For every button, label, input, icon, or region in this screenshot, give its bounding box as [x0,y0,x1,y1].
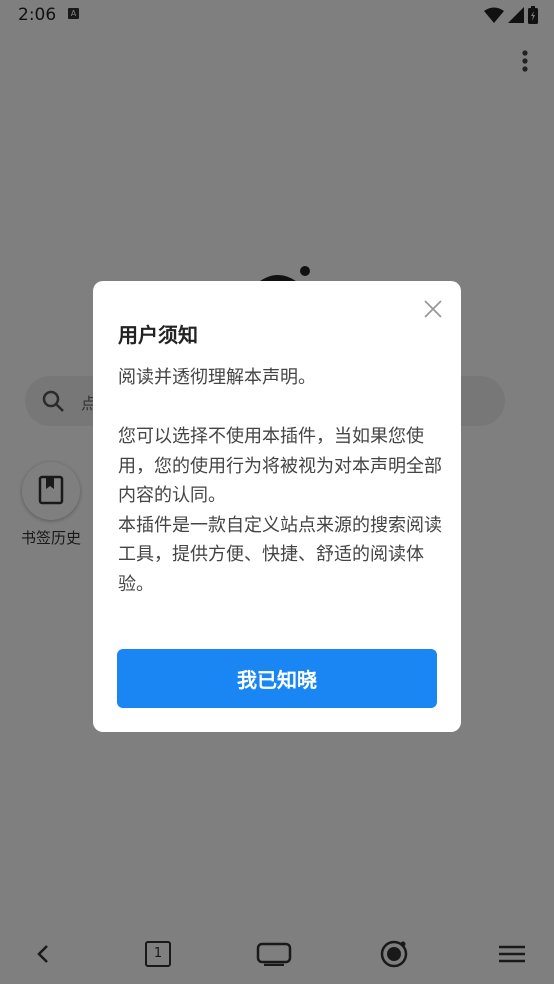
dialog-paragraph: 本插件是一款自定义站点来源的搜索阅读工具，提供方便、快捷、舒适的阅读体验。 [118,514,442,595]
close-icon [424,300,442,318]
user-notice-dialog: 用户须知 阅读并透彻理解本声明。 您可以选择不使用本插件，当如果您使用，您的使用… [93,281,461,732]
browser-screen: 2:06 A 点 书签历史 [0,0,554,984]
dialog-paragraph: 您可以选择不使用本插件，当如果您使用，您的使用行为将被视为对本声明全部内容的认同… [118,426,442,506]
confirm-button[interactable]: 我已知晓 [117,649,437,708]
dialog-body: 阅读并透彻理解本声明。 您可以选择不使用本插件，当如果您使用，您的使用行为将被视… [118,363,444,599]
close-button[interactable] [423,299,443,319]
dialog-paragraph: 阅读并透彻理解本声明。 [118,367,316,388]
dialog-title: 用户须知 [118,323,198,347]
